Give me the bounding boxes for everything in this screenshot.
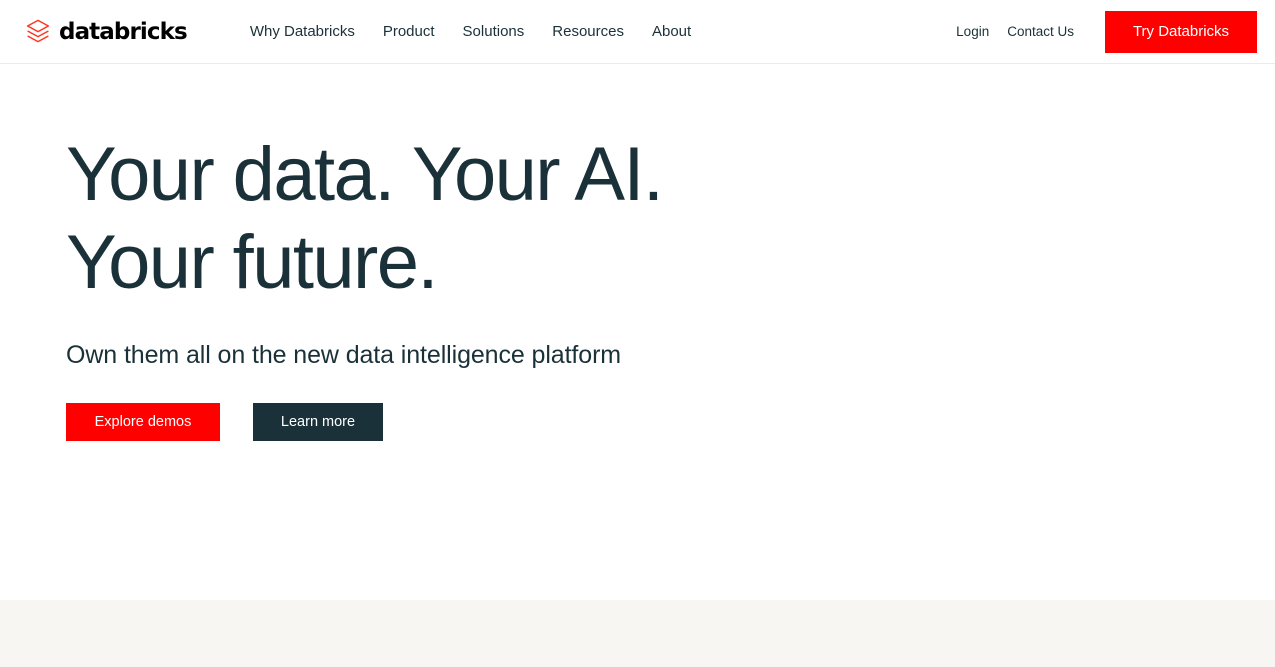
nav-item-about[interactable]: About	[638, 0, 705, 64]
explore-demos-button[interactable]: Explore demos	[66, 403, 220, 441]
hero-subheadline: Own them all on the new data intelligenc…	[66, 339, 966, 371]
nav-item-solutions[interactable]: Solutions	[449, 0, 539, 64]
hero-headline: Your data. Your AI. Your future.	[66, 131, 966, 307]
next-section-band	[0, 600, 1275, 667]
hero-content: Your data. Your AI. Your future. Own the…	[66, 131, 966, 441]
try-databricks-button[interactable]: Try Databricks	[1105, 11, 1257, 53]
nav-item-product[interactable]: Product	[369, 0, 449, 64]
brand-wordmark: databricks	[59, 21, 187, 44]
primary-navigation: Why Databricks Product Solutions Resourc…	[236, 0, 705, 64]
login-link[interactable]: Login	[947, 0, 998, 64]
hero-section: Your data. Your AI. Your future. Own the…	[0, 65, 1275, 600]
page-root: databricks Why Databricks Product Soluti…	[0, 0, 1275, 667]
nav-item-why-databricks[interactable]: Why Databricks	[236, 0, 369, 64]
databricks-stacked-layers-icon	[26, 19, 50, 45]
nav-item-resources[interactable]: Resources	[538, 0, 638, 64]
learn-more-button[interactable]: Learn more	[253, 403, 383, 441]
brand-logo-link[interactable]: databricks	[26, 0, 187, 64]
header-utility-area: Login Contact Us Try Databricks	[947, 0, 1275, 64]
hero-cta-group: Explore demos Learn more	[66, 403, 966, 441]
site-header: databricks Why Databricks Product Soluti…	[0, 0, 1275, 64]
contact-us-link[interactable]: Contact Us	[998, 0, 1083, 64]
